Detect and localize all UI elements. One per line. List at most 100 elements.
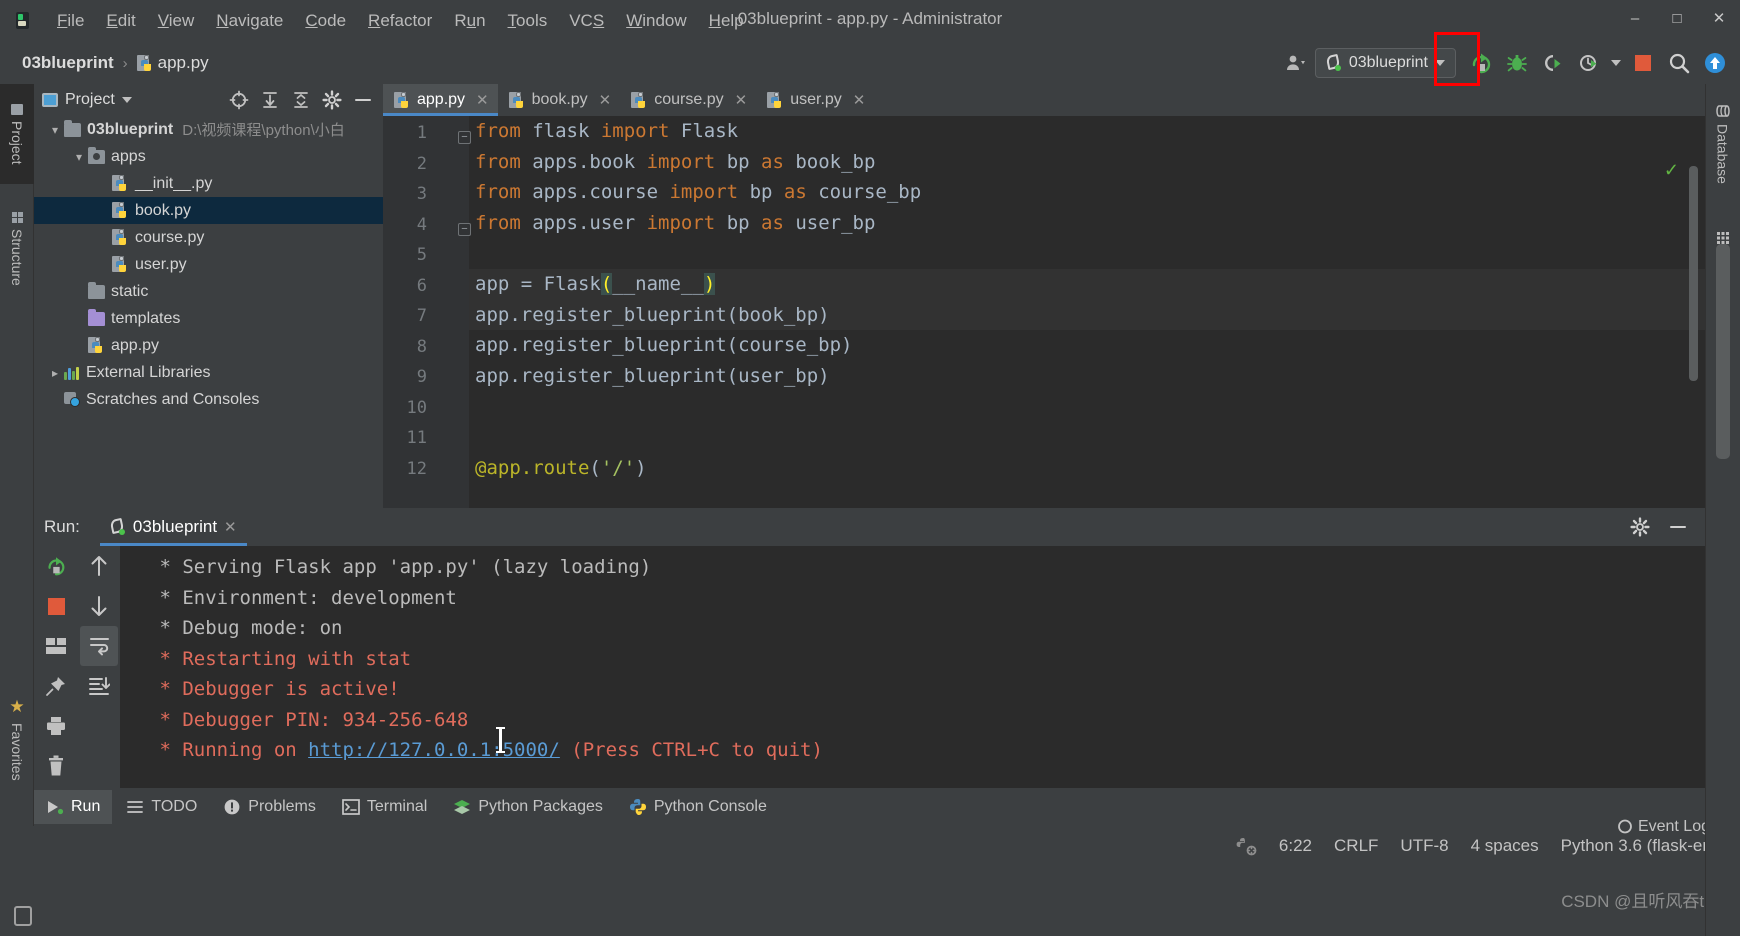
scroll-to-end-icon[interactable]: [78, 666, 120, 706]
code-line-2: from apps.book import bp as book_bp: [475, 150, 876, 173]
minimize-button[interactable]: –: [1614, 0, 1656, 36]
close-icon[interactable]: ✕: [476, 91, 489, 109]
code-content[interactable]: from flask import Flask from apps.book i…: [469, 116, 1705, 508]
run-settings-gear-icon[interactable]: [1623, 510, 1657, 544]
menu-item-navigate[interactable]: Navigate: [205, 8, 294, 34]
menu-item-refactor[interactable]: Refactor: [357, 8, 443, 34]
toolwindow-label: Python Packages: [478, 798, 603, 815]
stop-icon[interactable]: [1626, 46, 1660, 80]
layout-icon[interactable]: [34, 626, 78, 666]
hide-panel-icon[interactable]: [348, 86, 378, 114]
close-icon[interactable]: ✕: [735, 91, 748, 109]
hide-run-panel-icon[interactable]: [1661, 510, 1695, 544]
menu-item-file[interactable]: File: [46, 8, 95, 34]
toolwindow-python-console[interactable]: Python Console: [617, 790, 779, 824]
chevron-down-icon[interactable]: [121, 97, 132, 103]
sidebar-tab-structure[interactable]: Structure: [0, 190, 34, 308]
inspection-ok-icon[interactable]: ✓: [1664, 160, 1679, 181]
tab-book-py[interactable]: book.py ✕: [498, 84, 621, 116]
editor-vertical-scrollbar[interactable]: [1689, 166, 1698, 381]
print-icon[interactable]: [34, 706, 78, 746]
left-tool-strip: Project Structure ★ Favorites: [0, 84, 34, 936]
tree-item-app-py[interactable]: app.py: [34, 332, 383, 359]
chevron-down-icon[interactable]: ▾: [70, 150, 88, 164]
debug-icon[interactable]: [1500, 46, 1534, 80]
breadcrumb-project[interactable]: 03blueprint: [22, 53, 114, 73]
breadcrumb-file[interactable]: app.py: [136, 53, 209, 73]
maximize-button[interactable]: □: [1656, 0, 1698, 36]
tree-item-apps[interactable]: ▾ apps: [34, 143, 383, 170]
toolwindow-todo[interactable]: TODO: [114, 790, 209, 824]
settings-gear-icon[interactable]: [317, 86, 347, 114]
libraries-icon: [64, 366, 80, 380]
python-interpreter-icon[interactable]: [1235, 836, 1257, 856]
run-configuration-selector[interactable]: 03blueprint: [1314, 48, 1456, 78]
menu-item-code[interactable]: Code: [294, 8, 357, 34]
search-everywhere-icon[interactable]: [1662, 46, 1696, 80]
run-icon[interactable]: [1464, 46, 1498, 80]
tree-item-static[interactable]: static: [34, 278, 383, 305]
toolwindow-terminal[interactable]: Terminal: [330, 790, 439, 824]
tab-user-py[interactable]: user.py ✕: [756, 84, 874, 116]
chevron-right-icon[interactable]: ▸: [46, 366, 64, 380]
python-interpreter[interactable]: Python 3.6 (flask-env): [1561, 836, 1726, 856]
layout-toggle-icon[interactable]: [14, 906, 32, 926]
project-panel-title[interactable]: Project: [65, 91, 115, 109]
sidebar-tab-database[interactable]: Database: [1705, 84, 1740, 204]
run-coverage-icon[interactable]: [1536, 46, 1570, 80]
stop-icon[interactable]: [34, 586, 78, 626]
profile-dropdown-icon[interactable]: [1608, 46, 1624, 80]
trash-icon[interactable]: [34, 746, 78, 786]
close-icon[interactable]: ✕: [853, 91, 866, 109]
sidebar-tab-favorites[interactable]: ★ Favorites: [0, 684, 34, 794]
scroll-up-icon[interactable]: [78, 546, 120, 586]
tree-item-user-py[interactable]: user.py: [34, 251, 383, 278]
tab-app-py[interactable]: app.py ✕: [383, 84, 498, 116]
indentation[interactable]: 4 spaces: [1471, 836, 1539, 856]
menu-item-view[interactable]: View: [147, 8, 206, 34]
right-scrollbar[interactable]: [1716, 244, 1730, 459]
project-tree[interactable]: ▾ 03blueprint D:\视频课程\python\小白 ▾ apps _…: [34, 116, 383, 476]
server-url-link[interactable]: http://127.0.0.1:5000/: [308, 739, 560, 761]
run-tab-03blueprint[interactable]: 03blueprint ✕: [99, 508, 247, 546]
close-icon[interactable]: ✕: [224, 518, 237, 536]
profile-icon[interactable]: [1572, 46, 1606, 80]
line-separator[interactable]: CRLF: [1334, 836, 1378, 856]
select-opened-file-icon[interactable]: [224, 86, 254, 114]
toolwindow-run[interactable]: Run: [34, 790, 113, 824]
toolwindow-python-packages[interactable]: Python Packages: [441, 790, 615, 824]
menu-item-edit[interactable]: Edit: [95, 8, 146, 34]
tab-course-py[interactable]: course.py ✕: [620, 84, 756, 116]
pin-icon[interactable]: [34, 666, 78, 706]
chevron-down-icon[interactable]: ▾: [46, 123, 64, 137]
tree-item-course-py[interactable]: course.py: [34, 224, 383, 251]
python-file-icon: [631, 91, 647, 109]
user-account-icon[interactable]: [1279, 46, 1313, 80]
code-editor[interactable]: 1 2 3 4 5 6 7 8 9 10 11 12 − − from flas…: [383, 116, 1705, 508]
soft-wrap-icon[interactable]: [80, 626, 118, 666]
sidebar-tab-project[interactable]: Project: [0, 84, 34, 184]
expand-all-icon[interactable]: [255, 86, 285, 114]
scroll-down-icon[interactable]: [78, 586, 120, 626]
close-button[interactable]: ✕: [1698, 0, 1740, 36]
event-log-button[interactable]: Event Log: [1617, 818, 1710, 836]
menu-item-vcs[interactable]: VCS: [558, 8, 615, 34]
run-console-output[interactable]: * Serving Flask app 'app.py' (lazy loadi…: [120, 546, 1705, 788]
close-icon[interactable]: ✕: [599, 91, 612, 109]
tree-item-scratches[interactable]: Scratches and Consoles: [34, 386, 383, 413]
menu-item-window[interactable]: Window: [615, 8, 697, 34]
caret-position[interactable]: 6:22: [1279, 836, 1312, 856]
file-encoding[interactable]: UTF-8: [1400, 836, 1448, 856]
menu-item-run[interactable]: Run: [443, 8, 496, 34]
tree-item-external-libraries[interactable]: ▸ External Libraries: [34, 359, 383, 386]
tree-item-templates[interactable]: templates: [34, 305, 383, 332]
menu-item-tools[interactable]: Tools: [497, 8, 559, 34]
tree-item-book-py[interactable]: book.py: [34, 197, 383, 224]
update-project-icon[interactable]: [1698, 46, 1732, 80]
toolwindow-problems[interactable]: Problems: [211, 790, 328, 824]
tree-item-init-py[interactable]: __init__.py: [34, 170, 383, 197]
rerun-icon[interactable]: [34, 546, 78, 586]
collapse-all-icon[interactable]: [286, 86, 316, 114]
tree-item-root[interactable]: ▾ 03blueprint D:\视频课程\python\小白: [34, 116, 383, 143]
line-number: 6: [416, 276, 427, 296]
